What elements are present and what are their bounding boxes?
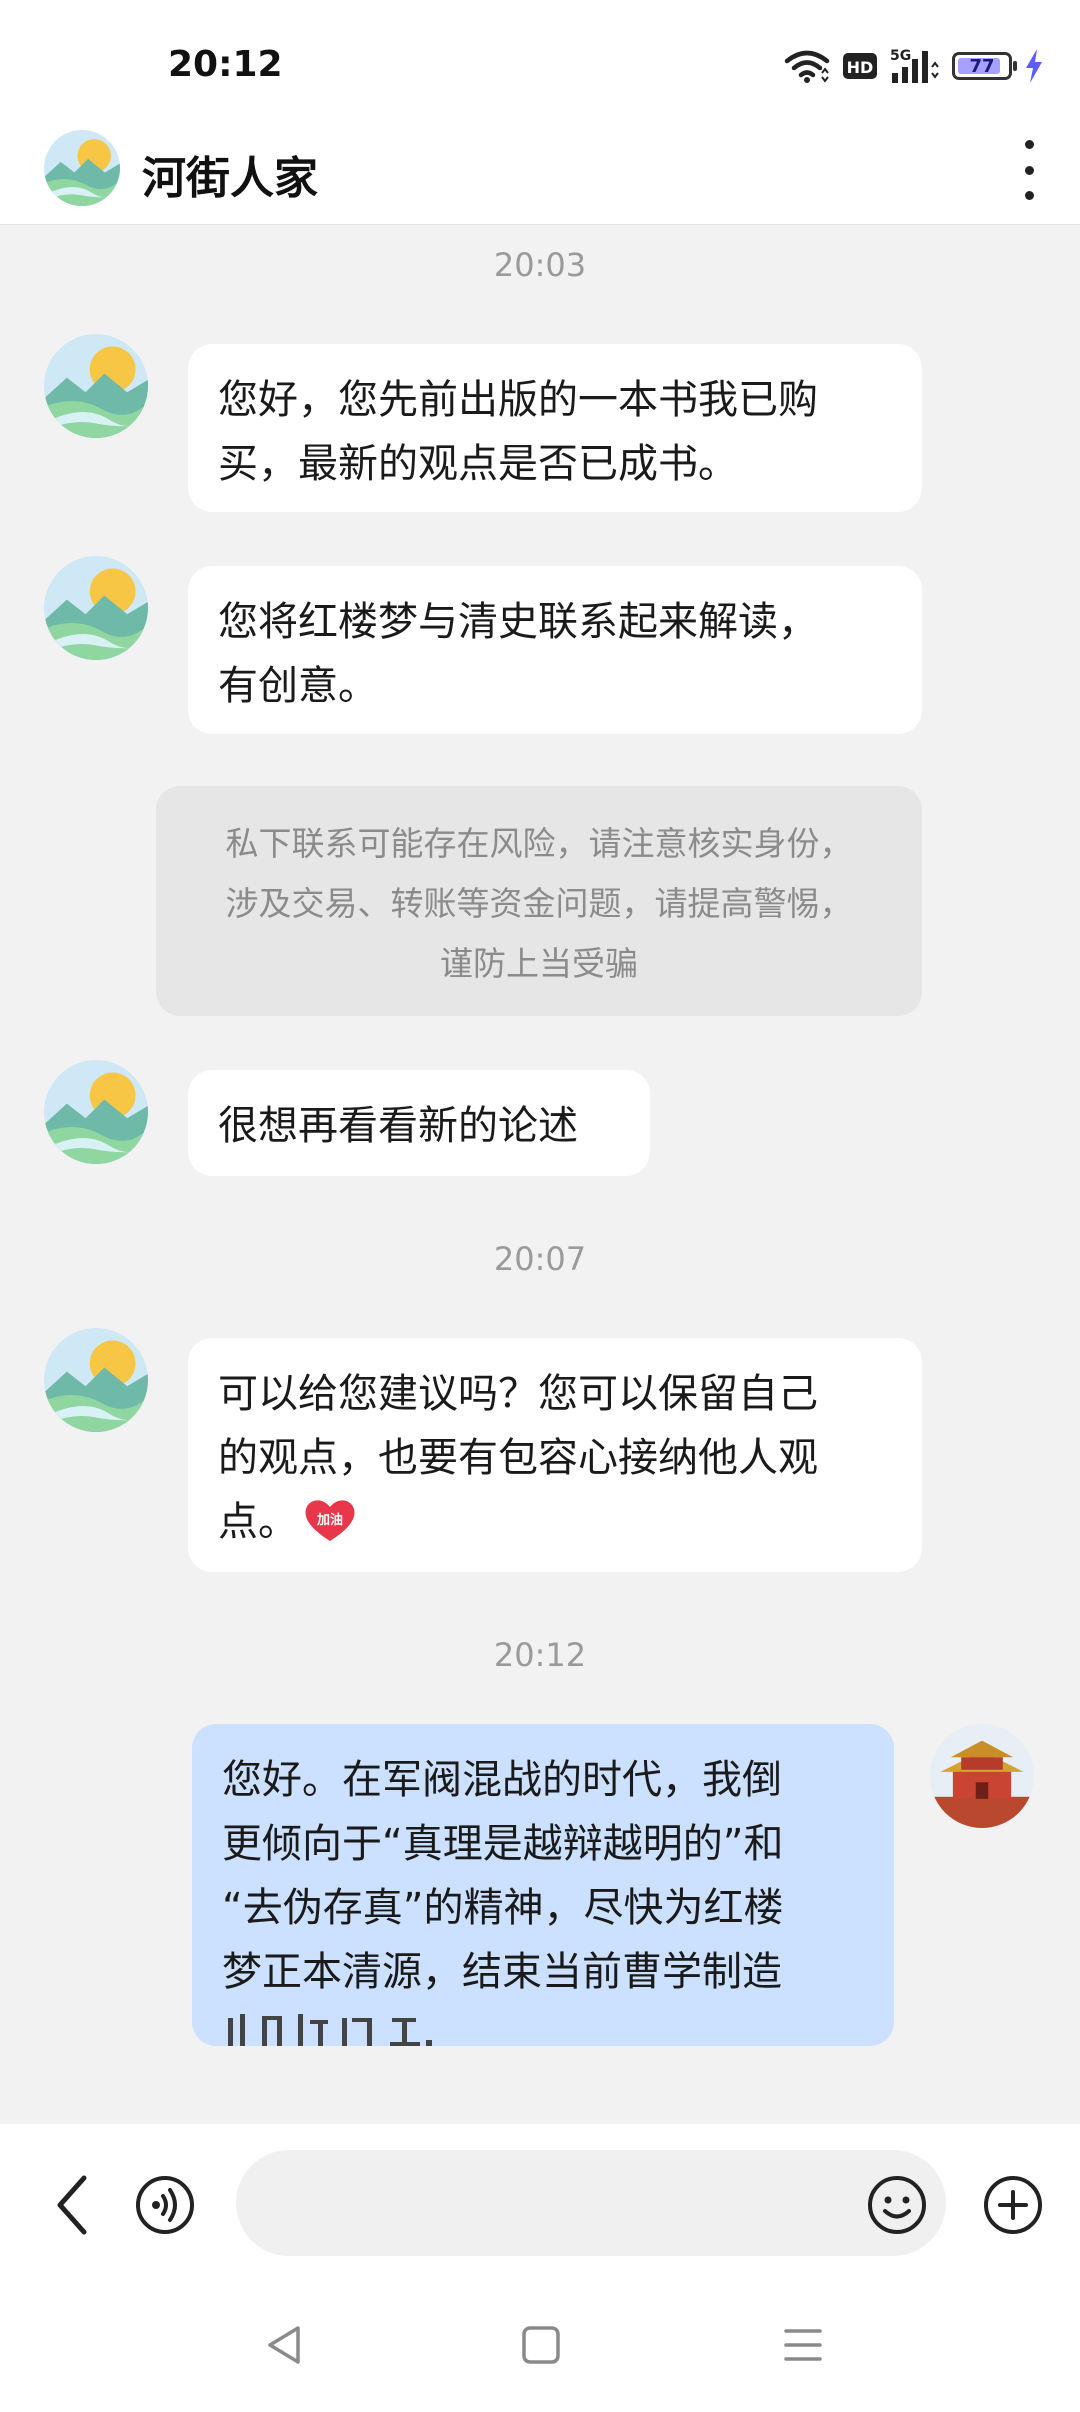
contact-avatar[interactable] (44, 556, 148, 660)
message-timestamp: 20:03 (493, 246, 587, 284)
cheer-heart-sticker: 加油 (305, 1500, 355, 1541)
system-nav-bar (0, 2288, 1080, 2412)
message-line: “去伪存真”的精神，尽快为红楼 (222, 1885, 784, 1931)
nav-menu-icon[interactable] (780, 2322, 826, 2368)
status-icons: HD 5G 77 (784, 46, 1044, 86)
hd-label: HD (847, 58, 874, 77)
5g-signal-icon: 5G (890, 48, 939, 83)
contact-avatar[interactable] (44, 1328, 148, 1432)
notice-line: 私下联系可能存在风险，请注意核实身份， (225, 824, 853, 863)
message-line: 梦正本清源，结束当前曹学制造 (222, 1949, 782, 1995)
message-line: 您好。在军阀混战的时代，我倒 (222, 1757, 782, 1803)
message-line-text: 点。 (218, 1499, 298, 1545)
my-message-bubble[interactable]: 您好。在军阀混战的时代，我倒 更倾向于“真理是越辩越明的”和 “去伪存真”的精神… (192, 1724, 894, 2046)
battery-icon: 77 (952, 52, 1017, 80)
obscured-text (228, 2014, 432, 2046)
plus-icon[interactable] (982, 2174, 1044, 2236)
message-line: 的观点，也要有包容心接纳他人观 (218, 1435, 818, 1481)
notice-line: 谨防上当受骗 (440, 944, 638, 983)
message-line: 您好，您先前出版的一本书我已购 (218, 377, 818, 423)
network-label: 5G (890, 48, 911, 64)
safety-notice: 私下联系可能存在风险，请注意核实身份， 涉及交易、转账等资金问题，请提高警惕， … (156, 786, 922, 1016)
chat-messages[interactable]: 20:03 您好，您先前出版的一本书我已购 买，最新的观点是否已成书。 您将红楼… (0, 224, 1080, 2124)
my-avatar[interactable] (930, 1724, 1034, 1828)
chat-header: 河街人家 (0, 130, 1080, 225)
message-line: 点。 加油 (218, 1490, 892, 1554)
message-line: 您将红楼梦与清史联系起来解读， (218, 599, 818, 645)
contact-avatar[interactable] (44, 1060, 148, 1164)
charging-icon (1026, 49, 1042, 83)
message-input[interactable] (236, 2150, 946, 2256)
sticker-label: 加油 (316, 1512, 343, 1528)
wifi-icon (784, 50, 830, 83)
contact-avatar[interactable] (44, 334, 148, 438)
message-bubble[interactable]: 很想再看看新的论述 (188, 1070, 650, 1176)
nav-back-icon[interactable] (262, 2322, 308, 2368)
more-vertical-icon[interactable] (1014, 140, 1044, 200)
status-bar: 20:12 HD 5G 77 (0, 0, 1080, 130)
contact-avatar[interactable] (44, 130, 120, 206)
message-line: 可以给您建议吗？您可以保留自己 (218, 1371, 818, 1417)
message-bubble[interactable]: 可以给您建议吗？您可以保留自己 的观点，也要有包容心接纳他人观 点。 加油 (188, 1338, 922, 1572)
back-icon[interactable] (48, 2172, 98, 2238)
message-line: 买，最新的观点是否已成书。 (218, 441, 738, 487)
message-timestamp: 20:07 (493, 1240, 587, 1278)
contact-name: 河街人家 (142, 153, 318, 204)
voice-icon[interactable] (134, 2174, 196, 2236)
notice-line: 涉及交易、转账等资金问题，请提高警惕， (225, 884, 853, 923)
hd-icon: HD (843, 53, 877, 79)
message-line: 有创意。 (218, 663, 378, 709)
message-line: 很想再看看新的论述 (218, 1103, 578, 1149)
battery-level: 77 (969, 55, 995, 77)
emoji-icon[interactable] (866, 2174, 928, 2236)
message-bubble[interactable]: 您好，您先前出版的一本书我已购 买，最新的观点是否已成书。 (188, 344, 922, 512)
message-timestamp: 20:12 (493, 1636, 587, 1674)
status-time: 20:12 (168, 44, 283, 85)
message-bubble[interactable]: 您将红楼梦与清史联系起来解读， 有创意。 (188, 566, 922, 734)
message-line: 更倾向于“真理是越辩越明的”和 (222, 1821, 784, 1867)
input-bar (0, 2124, 1080, 2288)
nav-home-icon[interactable] (518, 2322, 564, 2368)
